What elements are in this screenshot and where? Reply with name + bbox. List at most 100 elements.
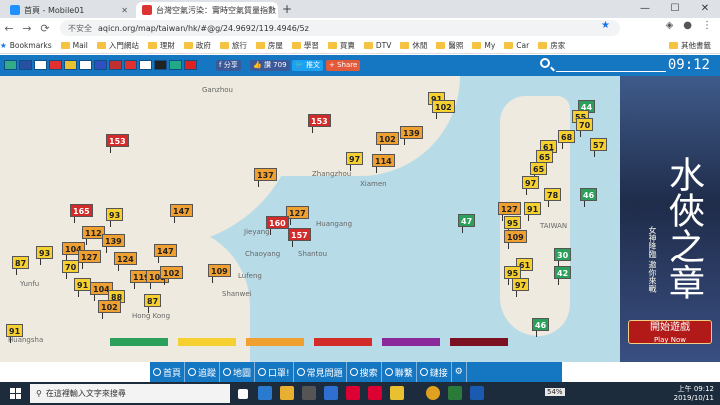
bookmark-item[interactable]: 理財: [147, 40, 175, 51]
aqi-station-marker[interactable]: 70: [62, 260, 80, 279]
reload-icon[interactable]: ⟳: [36, 22, 54, 35]
aqi-station-marker[interactable]: 93: [106, 208, 124, 227]
aqi-station-marker[interactable]: 102: [160, 266, 183, 285]
menu-icon[interactable]: ⋮: [702, 20, 712, 31]
aqi-station-marker[interactable]: 139: [400, 126, 423, 145]
bottom-nav-item[interactable]: 首頁: [150, 362, 186, 382]
bookmark-item[interactable]: 其他書籤: [669, 40, 711, 51]
aqi-station-marker[interactable]: 127: [286, 206, 309, 225]
aqi-station-marker[interactable]: 46: [532, 318, 550, 337]
edge-icon[interactable]: [258, 386, 272, 400]
bookmark-item[interactable]: 醫照: [436, 40, 463, 51]
aqi-station-marker[interactable]: 127: [78, 250, 101, 269]
bottom-nav-item[interactable]: 鏈接: [417, 362, 452, 382]
profile-icon[interactable]: ●: [683, 20, 692, 31]
bookmark-item[interactable]: 政府: [183, 40, 211, 51]
aqi-station-marker[interactable]: 68: [558, 130, 576, 149]
system-clock[interactable]: 上午 09:12 2019/10/11: [674, 385, 714, 403]
aqi-station-marker[interactable]: 160: [266, 216, 289, 235]
bottom-nav-item[interactable]: 常見問題: [294, 362, 347, 382]
windows-start-icon[interactable]: [10, 388, 21, 399]
close-tab-icon[interactable]: ✕: [117, 6, 128, 15]
aqi-station-marker[interactable]: 87: [144, 294, 162, 313]
aqi-station-marker[interactable]: 91: [6, 324, 24, 343]
aqi-station-marker[interactable]: 153: [106, 134, 129, 153]
aqi-station-marker[interactable]: 157: [288, 228, 311, 247]
aqi-station-marker[interactable]: 109: [208, 264, 231, 283]
aqi-station-marker[interactable]: 102: [432, 100, 455, 119]
aqi-station-marker[interactable]: 102: [376, 132, 399, 151]
aqi-station-marker[interactable]: 93: [36, 246, 54, 265]
aqi-station-marker[interactable]: 30: [554, 248, 572, 267]
close-tab-icon[interactable]: ✕: [276, 6, 278, 15]
chrome-icon[interactable]: [426, 386, 440, 400]
aqi-station-marker[interactable]: 127: [498, 202, 521, 221]
bookmark-item[interactable]: ★ Bookmarks: [0, 41, 52, 50]
bottom-nav-item[interactable]: 聯繫: [382, 362, 417, 382]
aqi-station-marker[interactable]: 87: [12, 256, 30, 275]
store-icon[interactable]: [302, 386, 316, 400]
bookmark-item[interactable]: 房家: [538, 40, 565, 51]
aqi-station-marker[interactable]: 57: [590, 138, 608, 157]
aqi-station-marker[interactable]: 91: [74, 278, 92, 297]
aqi-station-marker[interactable]: 102: [98, 300, 121, 319]
aqi-station-marker[interactable]: 139: [102, 234, 125, 253]
maximize-button[interactable]: ☐: [660, 0, 690, 18]
bookmark-item[interactable]: 學習: [291, 40, 319, 51]
bookmark-item[interactable]: My: [472, 41, 495, 50]
bookmark-item[interactable]: DTV: [363, 41, 391, 50]
extension-icon[interactable]: ◈: [666, 20, 674, 31]
aqi-station-marker[interactable]: 109: [504, 230, 527, 249]
bookmark-item[interactable]: 休閒: [400, 40, 427, 51]
address-bar[interactable]: 不安全 aqicn.org/map/taiwan/hk/#@g/24.9692/…: [60, 20, 620, 36]
task-view-icon[interactable]: [238, 389, 248, 399]
app-icon[interactable]: [390, 386, 404, 400]
aqi-station-marker[interactable]: 91: [524, 202, 542, 221]
bottom-nav-item[interactable]: 口罩!: [255, 362, 294, 382]
bottom-nav-item[interactable]: 地圖: [220, 362, 256, 382]
bottom-nav-item[interactable]: 追蹤: [185, 362, 221, 382]
battery-indicator[interactable]: 54%: [545, 388, 565, 396]
bookmark-item[interactable]: Mail: [60, 41, 88, 50]
bookmark-item[interactable]: 買賣: [327, 40, 355, 51]
bottom-nav-item[interactable]: 搜索: [347, 362, 382, 382]
app-icon[interactable]: [346, 386, 360, 400]
ad-play-button[interactable]: 開始遊戲 Play Now: [628, 320, 712, 344]
aqi-station-marker[interactable]: 78: [544, 188, 562, 207]
tab-mobile01[interactable]: 首頁 - Mobile01 ✕: [4, 2, 134, 18]
aqi-station-marker[interactable]: 95: [504, 216, 522, 235]
new-tab-button[interactable]: +: [282, 2, 292, 16]
site-search-input[interactable]: [556, 71, 666, 72]
bookmark-item[interactable]: 入門網站: [96, 40, 139, 51]
aqi-station-marker[interactable]: 147: [170, 204, 193, 223]
aqi-station-marker[interactable]: 46: [580, 188, 598, 207]
aqi-station-marker[interactable]: 114: [372, 154, 395, 173]
aqi-station-marker[interactable]: 97: [346, 152, 364, 171]
app-icon[interactable]: [470, 386, 484, 400]
game-ad-banner[interactable]: 水俠之章 女神降臨 邀你來戰 開始遊戲 Play Now: [620, 76, 720, 362]
aqi-station-marker[interactable]: 147: [154, 244, 177, 263]
bookmark-star-icon[interactable]: ★: [601, 20, 610, 31]
aqi-station-marker[interactable]: 47: [458, 214, 476, 233]
back-icon[interactable]: ←: [0, 22, 18, 35]
aqi-station-marker[interactable]: 70: [576, 118, 594, 137]
bottom-nav-item[interactable]: ⚙: [452, 362, 467, 382]
facebook-like-button[interactable]: 👍 讚 709: [250, 60, 290, 71]
aqi-station-marker[interactable]: 97: [512, 278, 530, 297]
minimize-button[interactable]: —: [630, 0, 660, 18]
bookmark-item[interactable]: 房屋: [255, 40, 283, 51]
taskbar-search-input[interactable]: ⚲ 在這裡輸入文字來搜尋: [30, 384, 230, 403]
mail-icon[interactable]: [324, 386, 338, 400]
aqi-station-marker[interactable]: 42: [554, 266, 572, 285]
search-icon[interactable]: [540, 58, 550, 68]
tab-aqicn[interactable]: 台灣空氣污染：實時空氣質量指數 ✕: [136, 2, 278, 18]
forward-icon[interactable]: →: [18, 22, 36, 35]
aqi-station-marker[interactable]: 97: [522, 176, 540, 195]
aqi-station-marker[interactable]: 153: [308, 114, 331, 133]
close-window-button[interactable]: ✕: [690, 0, 720, 18]
bookmark-item[interactable]: 旅行: [219, 40, 247, 51]
bookmark-item[interactable]: Car: [504, 41, 529, 50]
aqi-map[interactable]: Ganzhou Zhangzhou Xiamen Shantou Chaoyang Jie…: [0, 76, 620, 362]
aqi-station-marker[interactable]: 165: [70, 204, 93, 223]
twitter-share-button[interactable]: 🐦 推文: [292, 60, 323, 71]
